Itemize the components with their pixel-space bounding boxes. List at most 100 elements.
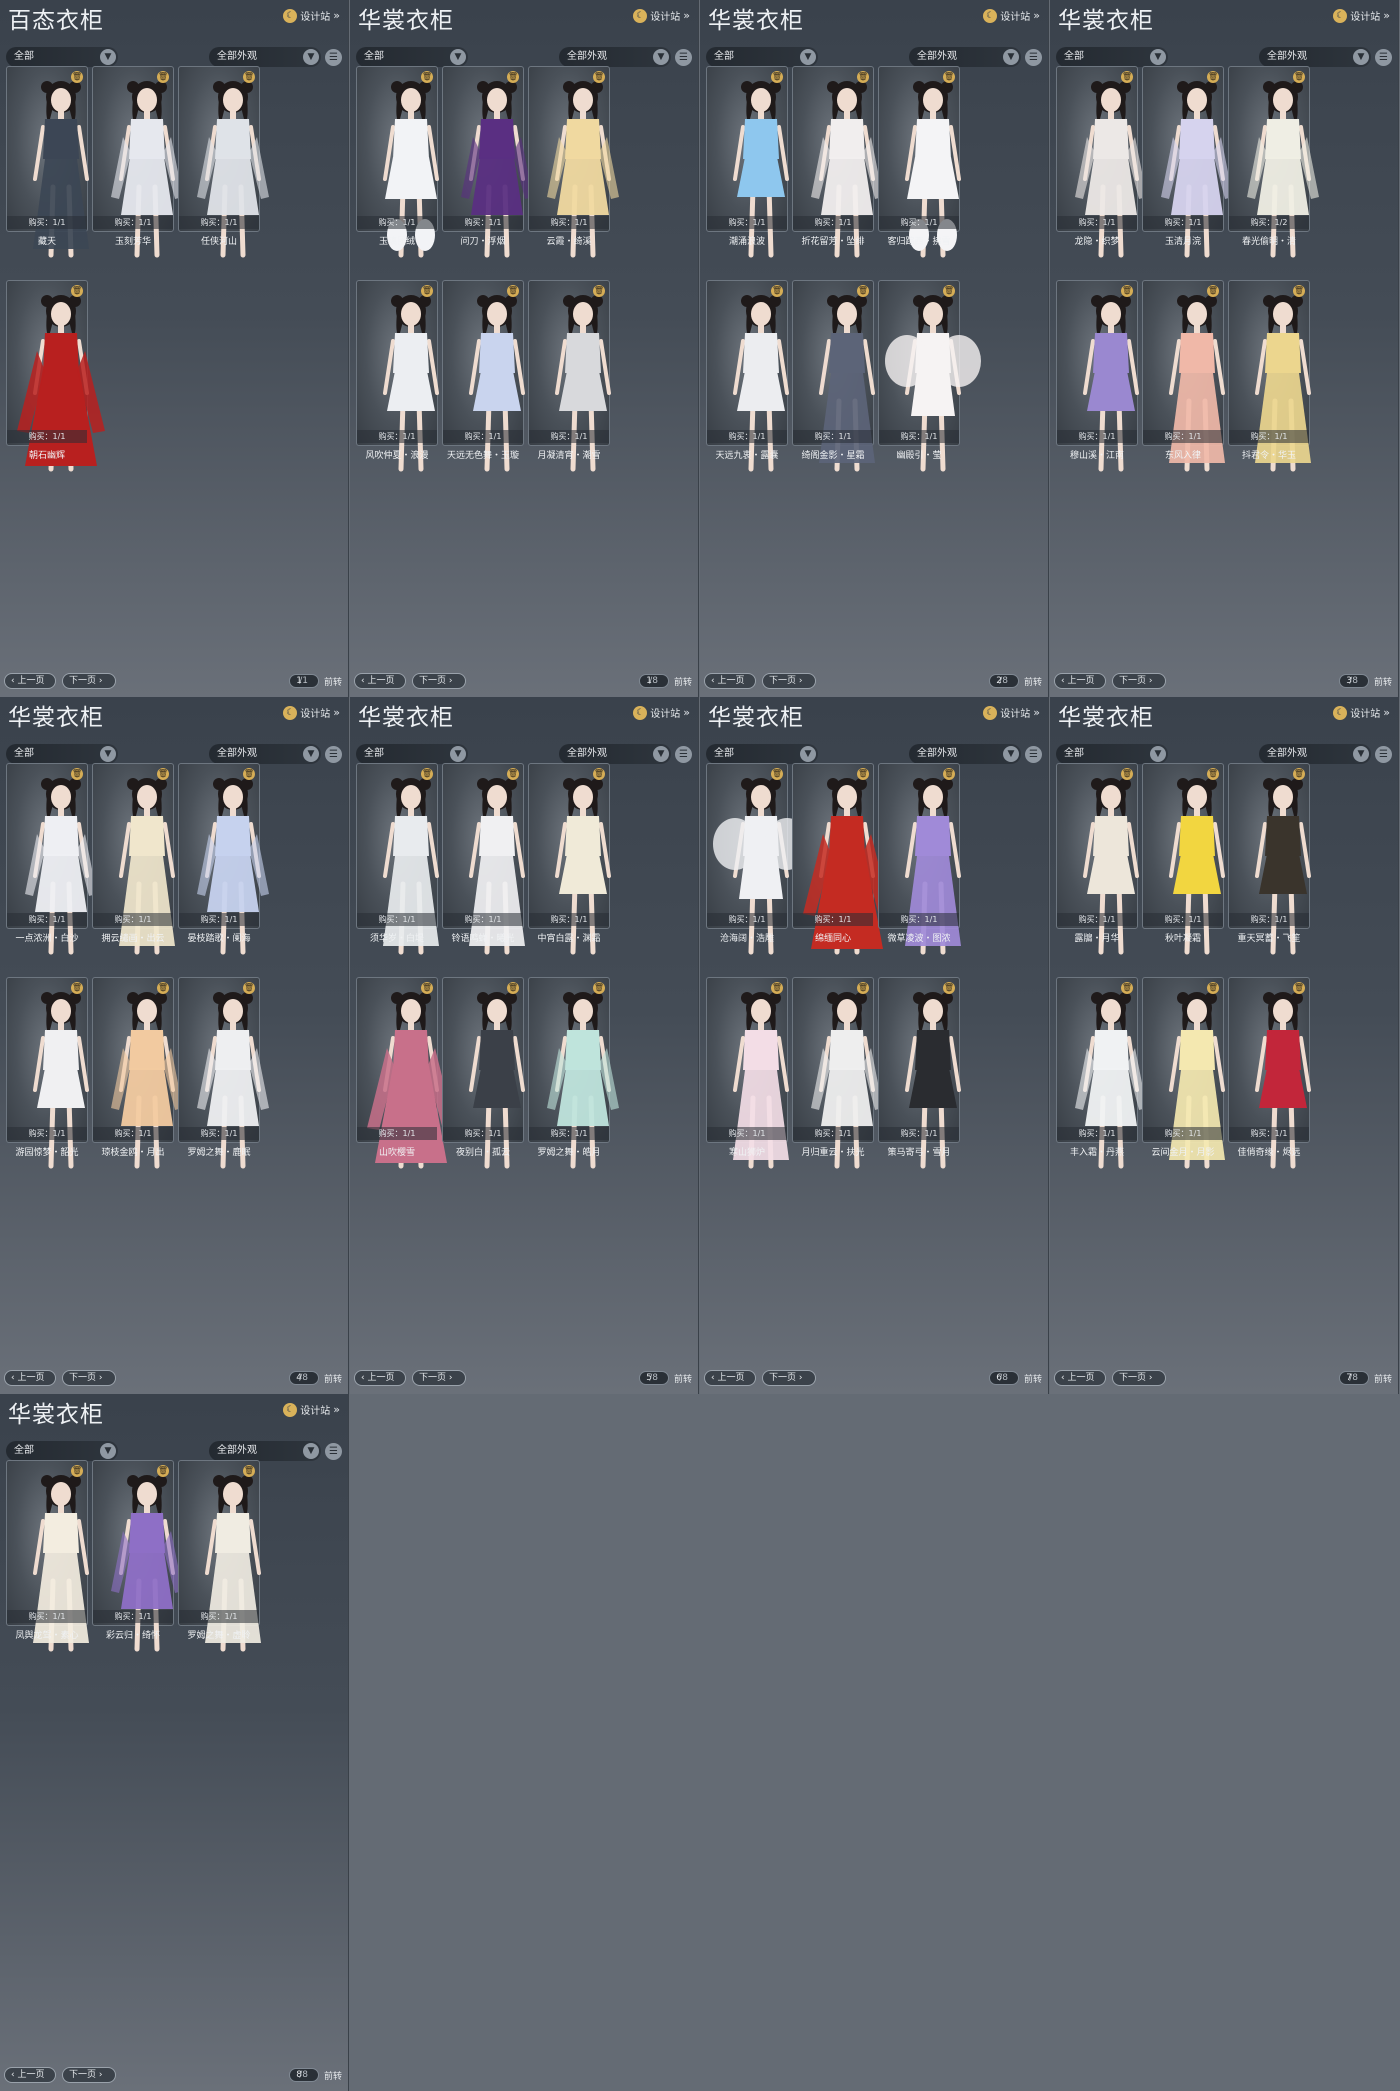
trash-icon[interactable]: 🗑 bbox=[1293, 982, 1305, 994]
category-filter-dropdown[interactable]: 全部 ▼ bbox=[356, 744, 468, 764]
list-sort-icon[interactable]: ☰ bbox=[1375, 746, 1392, 763]
category-filter-dropdown[interactable]: 全部 ▼ bbox=[6, 744, 118, 764]
outfit-card[interactable]: 🗑 购买：1/1 bbox=[356, 66, 439, 258]
trash-icon[interactable]: 🗑 bbox=[1207, 768, 1219, 780]
chevron-down-icon[interactable]: ▼ bbox=[800, 49, 816, 65]
outfit-card[interactable]: 🗑 购买：1/1 bbox=[1142, 763, 1225, 955]
outfit-card[interactable]: 🗑 购买：1/1 bbox=[6, 66, 89, 258]
chevron-down-icon[interactable]: ▼ bbox=[303, 746, 319, 762]
outfit-card[interactable]: 🗑 购买：1/1 bbox=[356, 977, 455, 1169]
outfit-card[interactable]: 🗑 购买：1/1 bbox=[442, 977, 525, 1169]
chevron-down-icon[interactable]: ▼ bbox=[800, 746, 816, 762]
outfit-card[interactable]: 🗑 购买：1/1 bbox=[706, 280, 789, 472]
list-sort-icon[interactable]: ☰ bbox=[675, 746, 692, 763]
trash-icon[interactable]: 🗑 bbox=[421, 982, 433, 994]
trash-icon[interactable]: 🗑 bbox=[507, 982, 519, 994]
trash-icon[interactable]: 🗑 bbox=[1121, 285, 1133, 297]
outfit-card[interactable]: 🗑 购买：1/1 bbox=[442, 280, 525, 472]
trash-icon[interactable]: 🗑 bbox=[157, 768, 169, 780]
appearance-filter-dropdown[interactable]: 全部外观 ▼ bbox=[209, 1441, 321, 1461]
outfit-card[interactable]: 🗑 购买：1/1 bbox=[1228, 763, 1311, 955]
trash-icon[interactable]: 🗑 bbox=[857, 285, 869, 297]
trash-icon[interactable]: 🗑 bbox=[1207, 982, 1219, 994]
next-page-button[interactable]: 下一页 › bbox=[1112, 673, 1166, 689]
prev-page-button[interactable]: ‹ 上一页 bbox=[1054, 1370, 1106, 1386]
outfit-card[interactable]: 🗑 购买：1/1 bbox=[878, 977, 961, 1169]
chevron-down-icon[interactable]: ▼ bbox=[100, 746, 116, 762]
jump-button[interactable]: 前转 bbox=[1024, 1372, 1042, 1385]
outfit-card[interactable]: 🗑 购买：1/1 bbox=[1228, 280, 1311, 472]
outfit-card[interactable]: 🗑 购买：1/1 bbox=[528, 66, 619, 258]
trash-icon[interactable]: 🗑 bbox=[593, 982, 605, 994]
appearance-filter-dropdown[interactable]: 全部外观 ▼ bbox=[209, 744, 321, 764]
trash-icon[interactable]: 🗑 bbox=[943, 285, 955, 297]
trash-icon[interactable]: 🗑 bbox=[243, 71, 255, 83]
list-sort-icon[interactable]: ☰ bbox=[1025, 49, 1042, 66]
outfit-card[interactable]: 🗑 购买：1/1 bbox=[792, 280, 875, 472]
category-filter-dropdown[interactable]: 全部 ▼ bbox=[1056, 744, 1168, 764]
chevron-down-icon[interactable]: ▼ bbox=[303, 1443, 319, 1459]
trash-icon[interactable]: 🗑 bbox=[857, 982, 869, 994]
appearance-filter-dropdown[interactable]: 全部外观 ▼ bbox=[559, 744, 671, 764]
trash-icon[interactable]: 🗑 bbox=[157, 1465, 169, 1477]
chevron-down-icon[interactable]: ▼ bbox=[450, 746, 466, 762]
design-station-link[interactable]: ☾ 设计站 » bbox=[283, 1402, 340, 1417]
trash-icon[interactable]: 🗑 bbox=[157, 71, 169, 83]
design-station-link[interactable]: ☾ 设计站 » bbox=[983, 8, 1040, 23]
trash-icon[interactable]: 🗑 bbox=[943, 982, 955, 994]
chevron-down-icon[interactable]: ▼ bbox=[1003, 49, 1019, 65]
outfit-card[interactable]: 🗑 购买：1/1 bbox=[1056, 66, 1147, 258]
trash-icon[interactable]: 🗑 bbox=[1121, 768, 1133, 780]
design-station-link[interactable]: ☾ 设计站 » bbox=[633, 705, 690, 720]
chevron-down-icon[interactable]: ▼ bbox=[303, 49, 319, 65]
trash-icon[interactable]: 🗑 bbox=[243, 768, 255, 780]
trash-icon[interactable]: 🗑 bbox=[1207, 71, 1219, 83]
next-page-button[interactable]: 下一页 › bbox=[62, 1370, 116, 1386]
chevron-down-icon[interactable]: ▼ bbox=[653, 49, 669, 65]
outfit-card[interactable]: 🗑 购买：1/1 bbox=[792, 977, 883, 1169]
next-page-button[interactable]: 下一页 › bbox=[62, 673, 116, 689]
jump-button[interactable]: 前转 bbox=[674, 1372, 692, 1385]
outfit-card[interactable]: 🗑 购买：1/1 bbox=[178, 66, 269, 258]
prev-page-button[interactable]: ‹ 上一页 bbox=[704, 1370, 756, 1386]
list-sort-icon[interactable]: ☰ bbox=[325, 746, 342, 763]
next-page-button[interactable]: 下一页 › bbox=[412, 1370, 466, 1386]
trash-icon[interactable]: 🗑 bbox=[857, 768, 869, 780]
outfit-card[interactable]: 🗑 购买：1/1 bbox=[92, 977, 183, 1169]
list-sort-icon[interactable]: ☰ bbox=[325, 49, 342, 66]
appearance-filter-dropdown[interactable]: 全部外观 ▼ bbox=[909, 47, 1021, 67]
trash-icon[interactable]: 🗑 bbox=[943, 768, 955, 780]
trash-icon[interactable]: 🗑 bbox=[71, 768, 83, 780]
outfit-card[interactable]: 🗑 购买：1/1 bbox=[92, 763, 175, 955]
jump-button[interactable]: 前转 bbox=[324, 2069, 342, 2082]
design-station-link[interactable]: ☾ 设计站 » bbox=[1333, 705, 1390, 720]
outfit-card[interactable]: 🗑 购买：1/1 bbox=[92, 1460, 183, 1652]
list-sort-icon[interactable]: ☰ bbox=[325, 1443, 342, 1460]
category-filter-dropdown[interactable]: 全部 ▼ bbox=[6, 47, 118, 67]
outfit-card[interactable]: 🗑 购买：1/1 bbox=[528, 280, 611, 472]
trash-icon[interactable]: 🗑 bbox=[421, 768, 433, 780]
chevron-down-icon[interactable]: ▼ bbox=[1150, 746, 1166, 762]
outfit-card[interactable]: 🗑 购买：1/1 bbox=[92, 66, 183, 258]
category-filter-dropdown[interactable]: 全部 ▼ bbox=[1056, 47, 1168, 67]
jump-button[interactable]: 前转 bbox=[1024, 675, 1042, 688]
next-page-button[interactable]: 下一页 › bbox=[62, 2067, 116, 2083]
prev-page-button[interactable]: ‹ 上一页 bbox=[354, 673, 406, 689]
trash-icon[interactable]: 🗑 bbox=[71, 1465, 83, 1477]
trash-icon[interactable]: 🗑 bbox=[771, 285, 783, 297]
trash-icon[interactable]: 🗑 bbox=[243, 982, 255, 994]
design-station-link[interactable]: ☾ 设计站 » bbox=[283, 705, 340, 720]
chevron-down-icon[interactable]: ▼ bbox=[1353, 49, 1369, 65]
trash-icon[interactable]: 🗑 bbox=[1293, 285, 1305, 297]
outfit-card[interactable]: 🗑 购买：1/1 bbox=[1142, 977, 1225, 1169]
trash-icon[interactable]: 🗑 bbox=[243, 1465, 255, 1477]
outfit-card[interactable]: 🗑 购买：1/1 bbox=[178, 977, 269, 1169]
prev-page-button[interactable]: ‹ 上一页 bbox=[704, 673, 756, 689]
trash-icon[interactable]: 🗑 bbox=[1121, 982, 1133, 994]
jump-button[interactable]: 前转 bbox=[1374, 1372, 1392, 1385]
appearance-filter-dropdown[interactable]: 全部外观 ▼ bbox=[1259, 47, 1371, 67]
outfit-card[interactable]: 🗑 购买：1/1 bbox=[528, 977, 619, 1169]
design-station-link[interactable]: ☾ 设计站 » bbox=[633, 8, 690, 23]
chevron-down-icon[interactable]: ▼ bbox=[100, 1443, 116, 1459]
prev-page-button[interactable]: ‹ 上一页 bbox=[354, 1370, 406, 1386]
